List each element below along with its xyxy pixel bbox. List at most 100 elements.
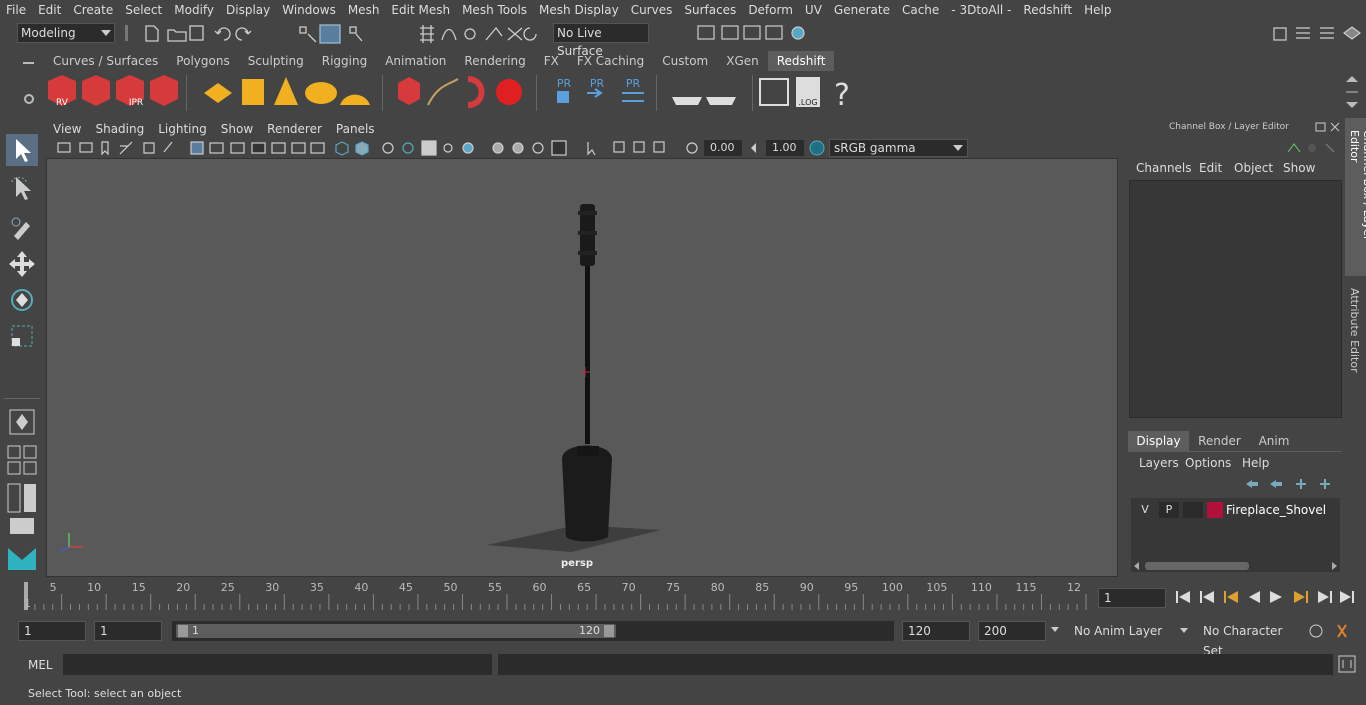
layer-name[interactable]: Fireplace_Shovel	[1226, 502, 1326, 518]
viewport-menu-shading[interactable]: Shading	[88, 120, 151, 138]
layer-menu-layers[interactable]: Layers	[1139, 456, 1179, 470]
rs-help-icon[interactable]: ?	[834, 78, 850, 113]
range-end-handle[interactable]	[604, 625, 614, 637]
shelf-scroll-arrows[interactable]	[1343, 72, 1361, 112]
select-tool-icon[interactable]	[6, 134, 38, 166]
layout-single-icon[interactable]	[6, 516, 38, 536]
menu-3dtoall[interactable]: - 3DtoAll -	[945, 0, 1017, 20]
playback-start-field[interactable]: 1	[94, 621, 162, 641]
move-tool-icon[interactable]	[6, 248, 38, 280]
range-slider-end-label: 120	[579, 624, 600, 637]
anim-layer-dropdown[interactable]: No Anim Layer	[1068, 621, 1192, 641]
live-surface-field[interactable]: No Live Surface	[553, 23, 649, 58]
menu-edit-mesh[interactable]: Edit Mesh	[385, 0, 456, 20]
3d-viewport[interactable]: persp	[46, 158, 1118, 577]
layer-scrollbar[interactable]	[1131, 560, 1340, 572]
menu-edit[interactable]: Edit	[32, 0, 67, 20]
menu-file[interactable]: File	[0, 0, 32, 20]
menu-help[interactable]: Help	[1078, 0, 1117, 20]
rs-render-frame-icon	[82, 75, 110, 106]
layer-row[interactable]: V P Fireplace_Shovel	[1133, 500, 1338, 520]
menu-mesh-display[interactable]: Mesh Display	[533, 0, 625, 20]
grid-icon	[190, 141, 204, 155]
channel-menu-edit[interactable]: Edit	[1199, 161, 1222, 175]
channel-menu-show[interactable]: Show	[1283, 161, 1315, 175]
menu-redshift[interactable]: Redshift	[1017, 0, 1078, 20]
viewport-menu-show[interactable]: Show	[214, 120, 260, 138]
menu-uv[interactable]: UV	[799, 0, 828, 20]
viewport-menu-renderer[interactable]: Renderer	[260, 120, 329, 138]
tab-redshift[interactable]: Redshift	[767, 51, 835, 71]
lasso-tool-icon[interactable]	[6, 172, 38, 204]
color-management-icon[interactable]	[808, 139, 826, 157]
menu-windows[interactable]: Windows	[276, 0, 342, 20]
channel-menu-object[interactable]: Object	[1234, 161, 1273, 175]
layer-color-swatch[interactable]	[1207, 502, 1223, 518]
view-transform-dropdown[interactable]: sRGB gamma	[829, 139, 968, 157]
menu-mesh-tools[interactable]: Mesh Tools	[456, 0, 533, 20]
layer-menu-help[interactable]: Help	[1242, 456, 1269, 470]
menu-create[interactable]: Create	[67, 0, 119, 20]
tab-fx-caching[interactable]: FX Caching	[568, 51, 653, 71]
menu-cache[interactable]: Cache	[896, 0, 945, 20]
rotate-tool-icon[interactable]	[6, 284, 38, 316]
menu-surfaces[interactable]: Surfaces	[678, 0, 742, 20]
animation-start-field[interactable]: 1	[18, 621, 86, 641]
menu-curves[interactable]: Curves	[625, 0, 679, 20]
tab-render-layers[interactable]: Render	[1191, 431, 1248, 451]
playback-end-field[interactable]: 120	[902, 621, 970, 641]
layer-display-type-toggle[interactable]	[1183, 502, 1203, 518]
tab-display-layers[interactable]: Display	[1128, 431, 1189, 451]
range-start-handle[interactable]	[178, 625, 188, 637]
range-slider-bar[interactable]: 1 120	[176, 624, 616, 638]
tab-custom[interactable]: Custom	[653, 51, 717, 71]
layer-menu-options[interactable]: Options	[1185, 456, 1231, 470]
menu-modify[interactable]: Modify	[168, 0, 220, 20]
menu-deform[interactable]: Deform	[742, 0, 799, 20]
fireplace-shovel-model[interactable]	[562, 204, 612, 542]
layer-visibility-toggle[interactable]: V	[1135, 502, 1155, 518]
gamma-field[interactable]: 1.00	[766, 140, 804, 156]
tab-animation[interactable]: Animation	[376, 51, 455, 71]
mode-dropdown[interactable]: Modeling	[17, 23, 115, 43]
layer-scroll-thumb[interactable]	[1145, 562, 1249, 570]
current-frame-field[interactable]: 1	[1098, 588, 1166, 608]
viewport-menu-lighting[interactable]: Lighting	[151, 120, 214, 138]
menu-generate[interactable]: Generate	[828, 0, 896, 20]
tab-xgen[interactable]: XGen	[717, 51, 768, 71]
exposure-field[interactable]: 0.00	[704, 140, 742, 156]
svg-text:PR: PR	[590, 77, 605, 90]
layer-playback-toggle[interactable]: P	[1159, 502, 1179, 518]
menu-select[interactable]: Select	[119, 0, 168, 20]
time-slider[interactable]: 1 5 10 15 20 25 30 35 40 45 50 55 60 65 70 75 80 85 90 95 10…	[18, 580, 1092, 612]
script-editor-icon[interactable]	[1338, 655, 1356, 673]
tab-fx[interactable]: FX	[535, 51, 568, 71]
channel-box-content[interactable]	[1129, 180, 1342, 418]
character-set-dropdown[interactable]: No Character Set	[1197, 621, 1300, 658]
tab-polygons[interactable]: Polygons	[167, 51, 238, 71]
show-manipulator-icon[interactable]	[6, 406, 38, 438]
animation-end-field[interactable]: 200	[978, 621, 1046, 641]
viewport-menu-view[interactable]: View	[46, 120, 88, 138]
tab-curves-surfaces[interactable]: Curves / Surfaces	[44, 51, 167, 71]
tab-sculpting[interactable]: Sculpting	[239, 51, 313, 71]
side-tab-attribute-editor[interactable]: Attribute Editor	[1345, 280, 1366, 380]
paint-select-tool-icon[interactable]	[6, 210, 38, 242]
chevron-down-icon[interactable]	[1051, 627, 1059, 632]
viewport-menu-panels[interactable]: Panels	[329, 120, 382, 138]
scroll-left-icon[interactable]	[1134, 562, 1139, 570]
tab-rendering[interactable]: Rendering	[455, 51, 534, 71]
channel-menu-channels[interactable]: Channels	[1136, 161, 1192, 175]
command-language-label[interactable]: MEL	[28, 658, 53, 672]
layout-outliner-icon[interactable]	[6, 482, 38, 514]
scale-tool-icon[interactable]	[6, 320, 38, 352]
side-tab-channel-box[interactable]: Channel Box / Layer Editor	[1345, 118, 1366, 276]
command-input[interactable]	[63, 654, 492, 675]
layout-four-panes-icon[interactable]	[6, 444, 38, 476]
menu-display[interactable]: Display	[220, 0, 276, 20]
tab-rigging[interactable]: Rigging	[313, 51, 376, 71]
menu-mesh[interactable]: Mesh	[342, 0, 386, 20]
tab-anim-layers[interactable]: Anim	[1250, 431, 1298, 451]
range-slider-track[interactable]: 1 120	[172, 621, 894, 641]
scroll-right-icon[interactable]	[1332, 562, 1337, 570]
